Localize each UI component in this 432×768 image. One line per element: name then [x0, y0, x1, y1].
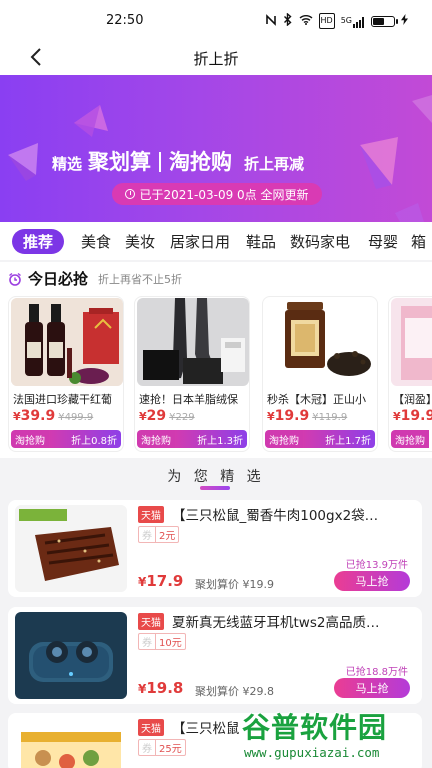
product-image — [137, 298, 249, 386]
tab-home[interactable]: 居家日用 — [170, 231, 230, 252]
product-original-price: 聚划算价 ¥19.9 — [195, 578, 274, 591]
banner-headline: 精选 聚划算 淘抢购 折上再减 — [52, 146, 304, 176]
deal-old-price: ¥119.9 — [312, 412, 348, 423]
deal-title: 秒杀【木冠】正山小 — [267, 393, 366, 406]
status-time: 22:50 — [106, 13, 144, 28]
deal-card[interactable]: 【润盈】 ¥19.9 淘抢购 — [388, 296, 432, 452]
deal-discount-bar: 淘抢购 — [391, 430, 432, 448]
tmall-badge: 天猫 — [138, 719, 164, 736]
update-time-text: 已于2021-03-09 0点 全网更新 — [139, 187, 309, 202]
deal-price: ¥39.9 ¥499.9 — [13, 408, 94, 424]
deal-card[interactable]: 秒杀【木冠】正山小 ¥19.9 ¥119.9 淘抢购 折上1.7折 — [262, 296, 378, 452]
battery-icon — [371, 15, 398, 27]
grab-button[interactable]: 马上抢 — [334, 571, 410, 591]
banner-divider — [159, 152, 162, 172]
network-type: 5G — [340, 16, 352, 25]
product-price: ¥17.9 — [138, 572, 184, 590]
deal-price: ¥29 ¥229 — [139, 408, 195, 424]
hd-icon: HD — [318, 13, 335, 29]
banner-name-2: 淘抢购 — [169, 150, 233, 174]
banner-prefix: 精选 — [52, 155, 83, 173]
product-image — [15, 718, 127, 768]
today-title: 今日必抢 — [28, 270, 89, 288]
coupon-badge: 券 25元 — [138, 739, 186, 756]
recommend-header: 为 您 精 选 — [0, 458, 432, 498]
watermark-url: www.gupuxiazai.com — [244, 745, 380, 760]
deal-title: 【润盈】 — [393, 393, 432, 406]
coupon-badge: 券 2元 — [138, 526, 180, 543]
tab-baby[interactable]: 母婴 — [368, 231, 398, 252]
status-bar: 22:50 HD 5G — [0, 0, 432, 40]
product-image — [391, 298, 432, 386]
wifi-icon — [299, 14, 313, 28]
recommend-title: 为 您 精 选 — [167, 469, 265, 485]
deal-title: 法国进口珍藏干红葡 — [13, 393, 112, 406]
alarm-icon — [9, 272, 21, 286]
update-time-badge: 已于2021-03-09 0点 全网更新 — [112, 183, 322, 205]
product-title: 夏新真无线蓝牙耳机tws2高品质… — [172, 615, 380, 631]
deal-old-price: ¥499.9 — [58, 412, 94, 423]
product-original-price: 聚划算价 ¥29.8 — [195, 685, 274, 698]
product-row[interactable]: 天猫 夏新真无线蓝牙耳机tws2高品质… 券 10元 已抢18.8万件 ¥19.8… — [8, 607, 422, 704]
coupon-badge: 券 10元 — [138, 633, 186, 650]
page-title: 折上折 — [193, 50, 239, 68]
tab-luggage[interactable]: 箱 — [411, 231, 426, 252]
tmall-badge: 天猫 — [138, 506, 164, 523]
bluetooth-icon — [283, 12, 293, 29]
sold-count: 已抢18.8万件 — [345, 667, 408, 678]
today-subtitle: 折上再省不止5折 — [98, 272, 183, 286]
deal-old-price: ¥229 — [169, 412, 195, 423]
deal-discount-bar: 淘抢购 折上0.8折 — [11, 430, 121, 448]
nav-bar: 折上折 — [0, 40, 432, 75]
product-image — [15, 505, 127, 592]
recommend-underline — [200, 486, 230, 490]
sold-count: 已抢13.9万件 — [345, 560, 408, 571]
grab-button[interactable]: 马上抢 — [334, 678, 410, 698]
deal-card[interactable]: 法国进口珍藏干红葡 ¥39.9 ¥499.9 淘抢购 折上0.8折 — [8, 296, 124, 452]
product-price: ¥19.8 — [138, 679, 184, 697]
product-image — [11, 298, 123, 386]
status-icons: HD 5G — [265, 12, 408, 29]
banner-suffix: 折上再减 — [244, 155, 305, 173]
product-row[interactable]: 天猫 【三只松鼠_蜀香牛肉100gx2袋… 券 2元 已抢13.9万件 ¥17.9… — [8, 500, 422, 597]
charging-icon — [401, 14, 408, 28]
nfc-icon — [265, 13, 277, 29]
watermark: 谷普软件园 www.gupuxiazai.com — [238, 706, 432, 768]
tmall-badge: 天猫 — [138, 613, 164, 630]
promo-banner[interactable]: 精选 聚划算 淘抢购 折上再减 已于2021-03-09 0点 全网更新 — [0, 75, 432, 222]
signal-5g-icon: 5G — [341, 14, 365, 28]
today-section: 今日必抢 折上再省不止5折 法国进口珍藏干红葡 ¥39.9 ¥499.9 淘抢购… — [0, 262, 432, 458]
tab-recommend[interactable]: 推荐 — [12, 229, 65, 254]
category-tabs: 推荐 美食 美妆 居家日用 鞋品 数码家电 母婴 箱 — [0, 222, 432, 260]
deal-price: ¥19.9 — [393, 408, 432, 424]
today-header: 今日必抢 折上再省不止5折 — [8, 268, 182, 289]
watermark-logo: 谷普软件园 — [242, 711, 388, 744]
product-title: 【三只松鼠_蜀香牛肉100gx2袋… — [172, 508, 379, 524]
deal-title: 速抢！日本羊脂绒保 — [139, 393, 238, 406]
tab-food[interactable]: 美食 — [81, 231, 111, 252]
clock-icon — [125, 189, 136, 199]
deal-discount-bar: 淘抢购 折上1.7折 — [265, 430, 375, 448]
product-image — [15, 612, 127, 699]
banner-name-1: 聚划算 — [88, 150, 152, 174]
tab-beauty[interactable]: 美妆 — [125, 231, 155, 252]
deal-discount-bar: 淘抢购 折上1.3折 — [137, 430, 247, 448]
deal-price: ¥19.9 ¥119.9 — [267, 408, 348, 424]
product-image — [265, 298, 377, 386]
tab-digital[interactable]: 数码家电 — [290, 231, 350, 252]
tab-shoes[interactable]: 鞋品 — [246, 231, 276, 252]
deal-card[interactable]: 速抢！日本羊脂绒保 ¥29 ¥229 淘抢购 折上1.3折 — [134, 296, 250, 452]
